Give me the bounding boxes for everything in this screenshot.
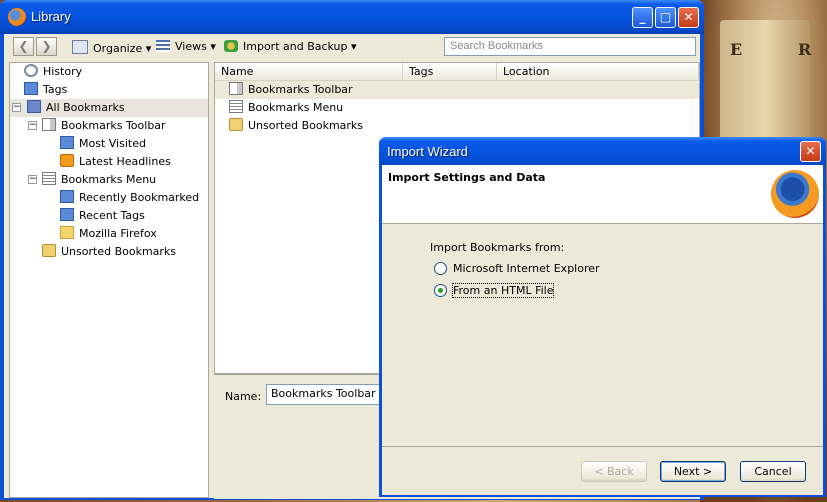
collapse-toggle[interactable]: − [28, 121, 37, 130]
dialog-close-button[interactable]: ✕ [800, 141, 821, 162]
views-label: Views [175, 40, 207, 53]
radio-html-file[interactable]: From an HTML File [434, 282, 555, 300]
column-header-name[interactable]: Name [215, 63, 403, 81]
radio-button[interactable] [434, 262, 447, 275]
tree-item-label: Recently Bookmarked [79, 191, 200, 204]
query-icon [60, 136, 74, 149]
tree-item-unsorted-bookmarks[interactable]: Unsorted Bookmarks [42, 243, 176, 261]
desktop-letter: R [798, 40, 812, 59]
collapse-toggle[interactable]: − [12, 103, 21, 112]
organize-icon [72, 40, 88, 54]
back-button[interactable]: ❮ [13, 37, 34, 56]
dialog-body: Import Settings and Data Import Bookmark… [382, 165, 823, 495]
wizard-footer: < Back Next > Cancel [382, 446, 823, 496]
import-source-label: Import Bookmarks from: [430, 241, 565, 254]
tree-item-label: Bookmarks Toolbar [61, 119, 166, 132]
forward-button[interactable]: ❯ [36, 37, 57, 56]
menu-folder-icon [229, 100, 243, 113]
radio-internet-explorer[interactable]: Microsoft Internet Explorer [434, 260, 600, 278]
list-item[interactable]: Bookmarks Menu [229, 99, 343, 117]
list-item-name: Bookmarks Menu [248, 101, 344, 114]
import-icon [224, 40, 238, 52]
organize-menu[interactable]: Organize ▾ [72, 40, 151, 55]
tree-item-label: History [43, 65, 83, 78]
bookmarks-tree[interactable]: History Tags − All Bookmarks − Bookmarks… [9, 62, 209, 498]
chevron-down-icon: ▾ [145, 42, 152, 55]
tree-item-label: Mozilla Firefox [79, 227, 157, 240]
wizard-header: Import Settings and Data [382, 165, 823, 224]
tree-item-label: Most Visited [79, 137, 146, 150]
parchment-image [720, 20, 810, 140]
desktop-letter: E [730, 40, 743, 59]
toolbar-folder-icon [42, 118, 56, 131]
rss-feed-icon [60, 154, 74, 167]
maximize-button[interactable]: □ [655, 7, 676, 28]
dialog-title: Import Wizard [387, 144, 468, 159]
search-input[interactable]: Search Bookmarks [444, 37, 696, 56]
tree-item-label: Latest Headlines [79, 155, 171, 168]
list-item[interactable]: Bookmarks Toolbar [215, 81, 699, 99]
menu-folder-icon [42, 172, 56, 185]
radio-label: Microsoft Internet Explorer [453, 262, 600, 275]
collapse-toggle[interactable]: − [28, 175, 37, 184]
tree-item-recently-bookmarked[interactable]: Recently Bookmarked [60, 189, 199, 207]
wizard-heading: Import Settings and Data [388, 171, 546, 184]
radio-label: From an HTML File [451, 283, 555, 298]
column-header-location[interactable]: Location [497, 63, 699, 81]
query-icon [60, 208, 74, 221]
import-wizard-dialog: Import Wizard ✕ Import Settings and Data… [379, 137, 826, 497]
firefox-icon [8, 8, 26, 26]
minimize-button[interactable]: _ [632, 7, 653, 28]
wizard-content: Import Bookmarks from: Microsoft Interne… [382, 224, 823, 446]
tree-item-label: Unsorted Bookmarks [61, 245, 177, 258]
window-title: Library [31, 9, 71, 24]
close-button[interactable]: ✕ [678, 7, 699, 28]
list-item-name: Bookmarks Toolbar [248, 83, 353, 96]
tree-item-most-visited[interactable]: Most Visited [60, 135, 146, 153]
list-item-name: Unsorted Bookmarks [248, 119, 364, 132]
toolbar-folder-icon [229, 82, 243, 95]
tree-item-latest-headlines[interactable]: Latest Headlines [60, 153, 171, 171]
back-button[interactable]: < Back [581, 461, 647, 482]
import-label: Import and Backup [243, 40, 348, 53]
query-icon [60, 190, 74, 203]
tree-item-all-bookmarks[interactable]: − All Bookmarks [10, 99, 208, 117]
organize-label: Organize [93, 42, 143, 55]
cancel-button[interactable]: Cancel [740, 461, 806, 482]
tree-item-mozilla-firefox[interactable]: Mozilla Firefox [60, 225, 157, 243]
tree-item-label: All Bookmarks [46, 101, 125, 114]
dialog-titlebar[interactable]: Import Wizard ✕ [379, 137, 826, 165]
clock-icon [24, 64, 38, 77]
tree-item-recent-tags[interactable]: Recent Tags [60, 207, 145, 225]
next-button[interactable]: Next > [660, 461, 726, 482]
tree-item-bookmarks-menu[interactable]: − Bookmarks Menu [28, 171, 157, 189]
column-header-tags[interactable]: Tags [403, 63, 497, 81]
bookmarks-star-icon [27, 100, 41, 113]
folder-icon [60, 226, 74, 239]
chevron-down-icon: ▾ [351, 40, 357, 53]
tree-item-history[interactable]: History [24, 63, 82, 81]
tree-item-label: Recent Tags [79, 209, 145, 222]
tree-item-tags[interactable]: Tags [24, 81, 67, 99]
unsorted-bookmarks-icon [229, 118, 243, 131]
chevron-down-icon: ▾ [210, 40, 216, 53]
tree-item-label: Bookmarks Menu [61, 173, 157, 186]
views-menu[interactable]: Views ▾ [156, 40, 216, 53]
import-backup-menu[interactable]: Import and Backup ▾ [224, 40, 357, 53]
unsorted-bookmarks-icon [42, 244, 56, 257]
tree-item-label: Tags [43, 83, 68, 96]
tree-item-bookmarks-toolbar[interactable]: − Bookmarks Toolbar [28, 117, 166, 135]
list-item[interactable]: Unsorted Bookmarks [229, 117, 363, 135]
firefox-logo-icon [771, 170, 819, 218]
radio-button[interactable] [434, 284, 447, 297]
views-icon [156, 40, 170, 52]
name-label: Name: [225, 390, 262, 403]
library-toolbar: ❮ ❯ Organize ▾ Views ▾ Import and Backup… [4, 34, 700, 62]
tag-query-icon [24, 82, 38, 95]
library-titlebar[interactable]: Library _ □ ✕ [0, 0, 704, 34]
